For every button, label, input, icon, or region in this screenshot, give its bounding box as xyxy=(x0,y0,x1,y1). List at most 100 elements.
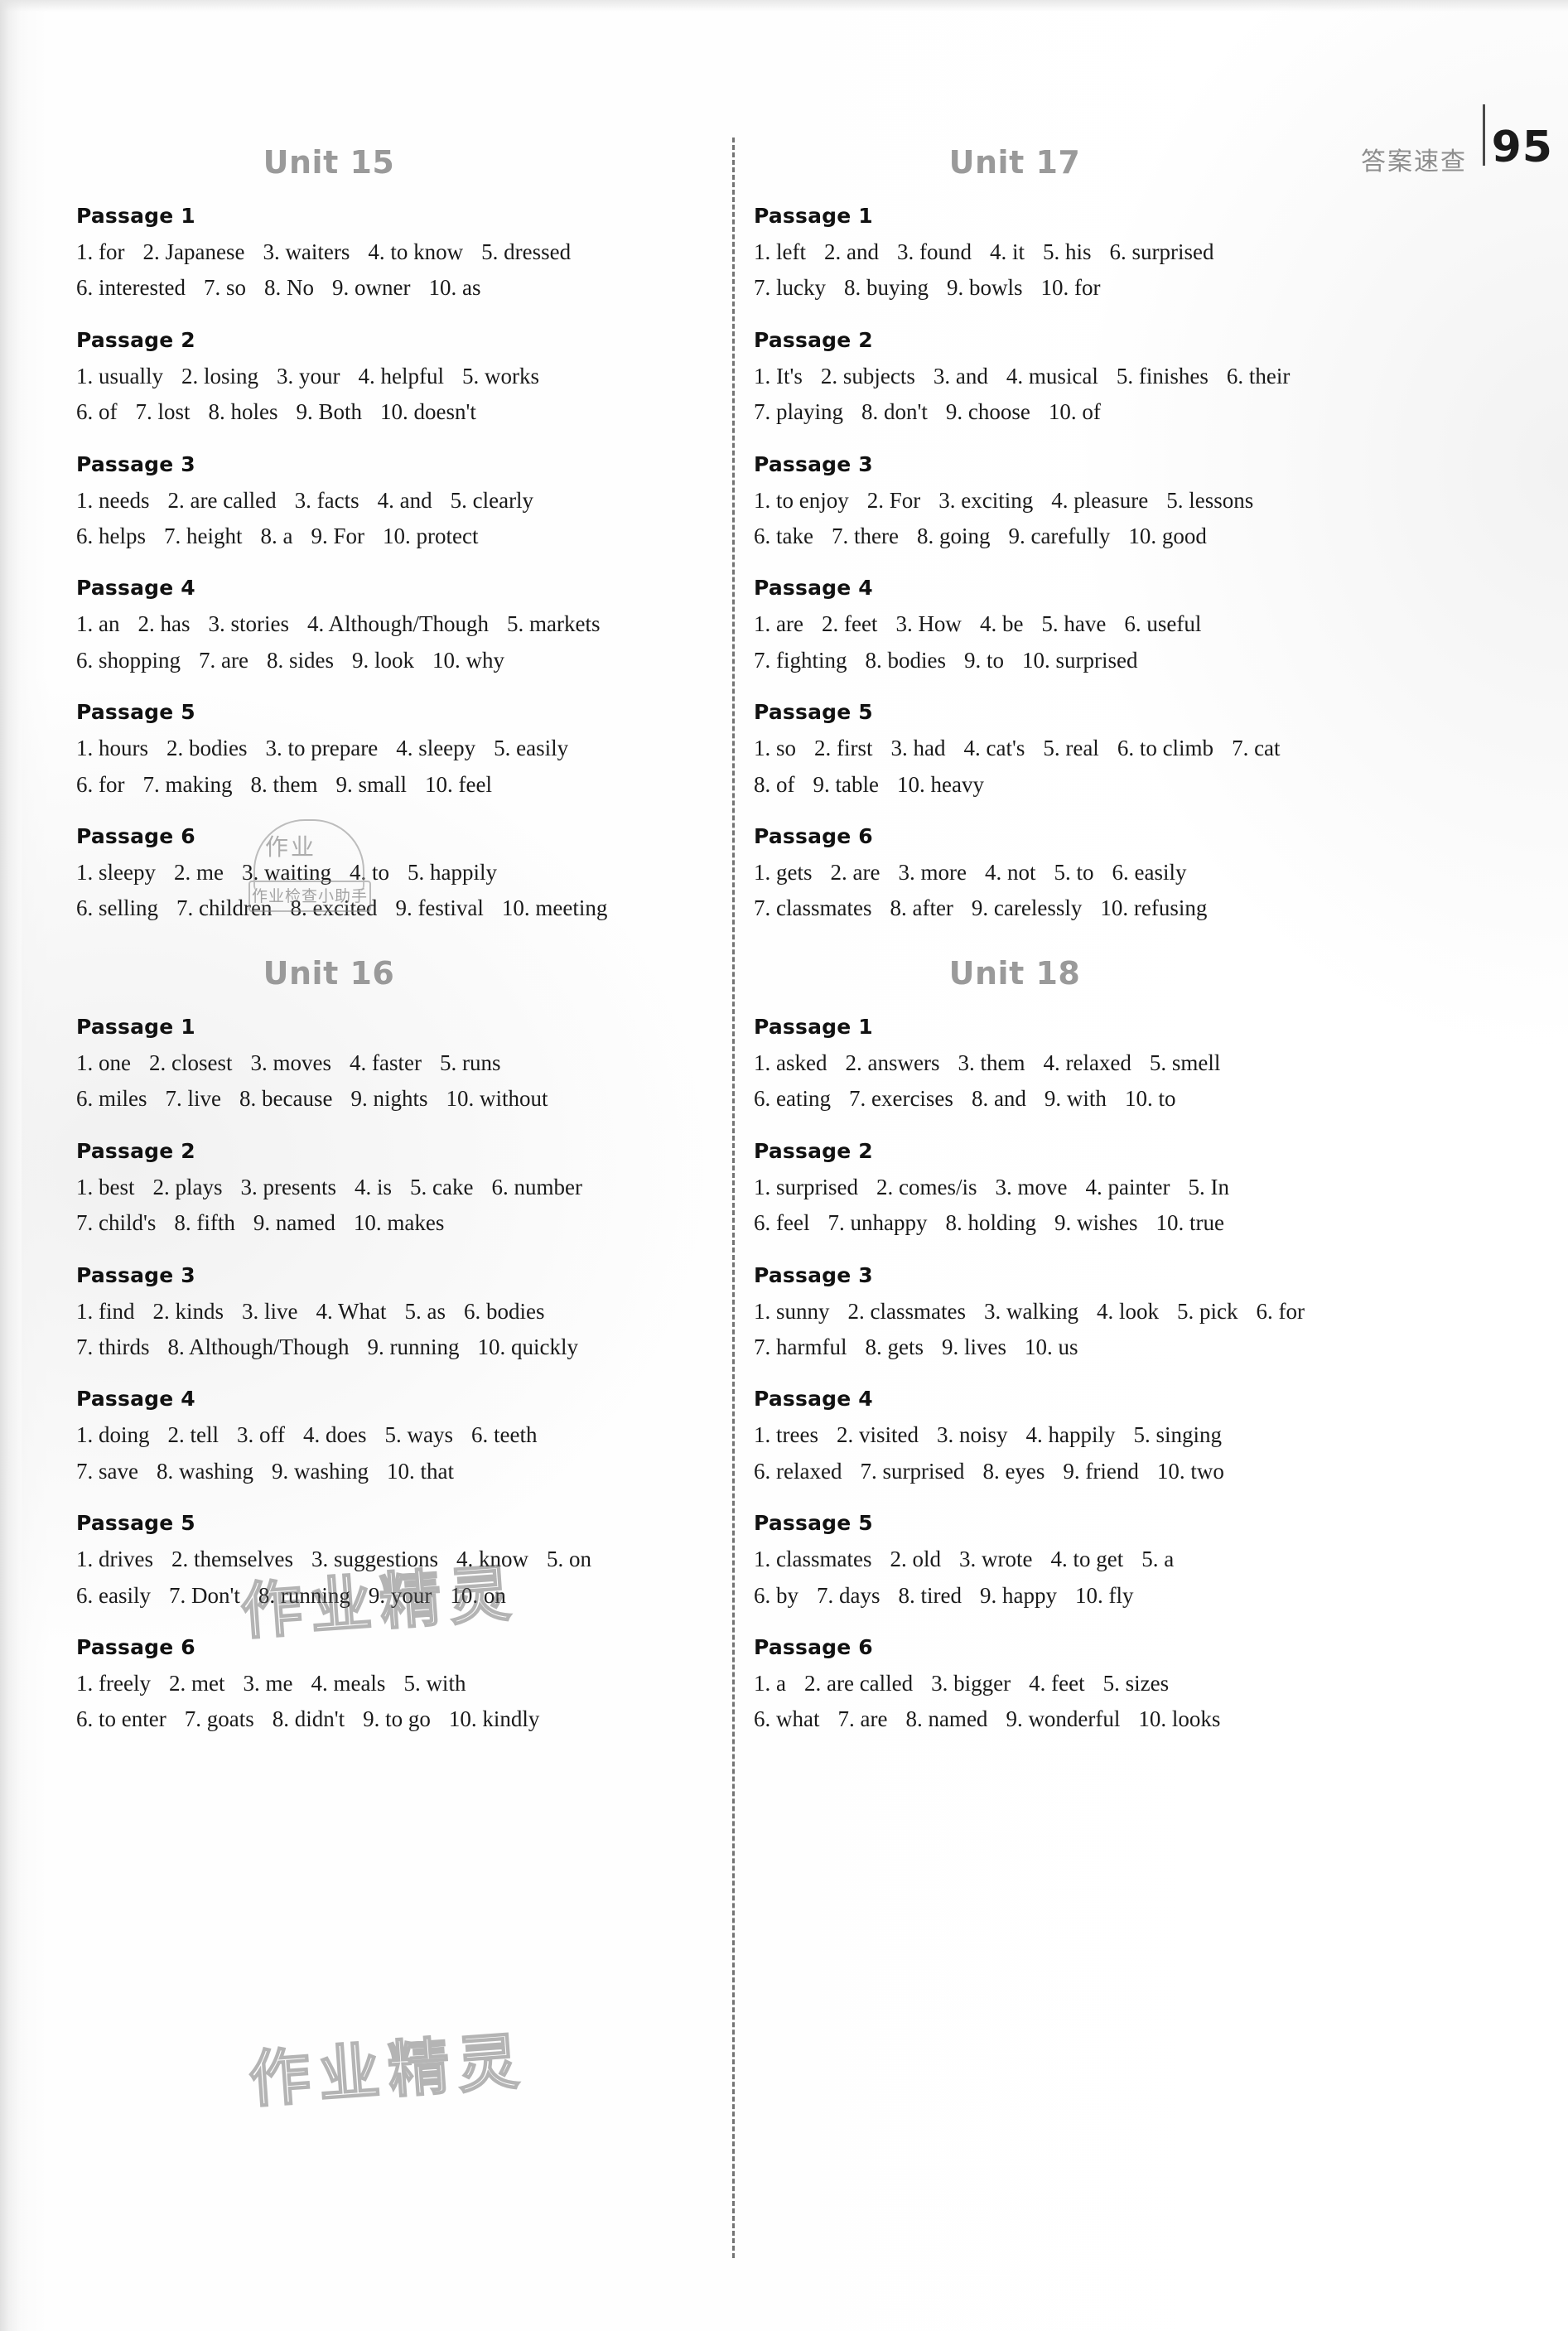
answer-line: 1. one 2. closest 3. moves 4. faster 5. runs xyxy=(76,1047,706,1079)
answer-item: 10. as xyxy=(428,275,481,301)
answer-line: 6. shopping 7. are 8. sides 9. look 10. why xyxy=(76,644,706,677)
answer-item: 9. look xyxy=(351,647,414,673)
answer-item: 1. find xyxy=(76,1298,135,1324)
answer-line: 1. drives 2. themselves 3. suggestions 4. k… xyxy=(76,1543,706,1576)
answer-item: 8. of xyxy=(754,771,795,797)
answer-item: 4. faster xyxy=(349,1050,422,1075)
column-right: Unit 17 Passage 1 1. left 2. and 3. found 4. … xyxy=(754,138,1408,1759)
answer-item: 7. child's xyxy=(76,1210,157,1236)
answer-item: 9. your xyxy=(368,1582,432,1608)
answer-item: 4. know xyxy=(456,1547,528,1572)
answer-item: 7. Don't xyxy=(168,1582,240,1608)
answer-item: 3. exciting xyxy=(938,487,1034,513)
answer-item: 8. eyes xyxy=(982,1458,1045,1484)
answer-item: 2. are called xyxy=(803,1670,914,1696)
answer-item: 2. first xyxy=(814,736,873,761)
answer-line: 1. left 2. and 3. found 4. it 5. his 6. surpr… xyxy=(754,236,1408,268)
passage-title: Passage 6 xyxy=(76,1634,195,1659)
answer-item: 5. singing xyxy=(1133,1422,1222,1448)
answer-line: 1. doing 2. tell 3. off 4. does 5. ways 6. te… xyxy=(76,1419,706,1451)
answer-item: 9. For xyxy=(311,524,364,549)
answer-item: 6. surprised xyxy=(1109,239,1214,264)
passage-title: Passage 6 xyxy=(754,1634,873,1659)
answer-line: 1. usually 2. losing 3. your 4. helpful 5. w… xyxy=(76,360,706,393)
answer-item: 2. losing xyxy=(181,363,259,388)
answer-item: 7. making xyxy=(142,771,233,797)
answer-item: 2. has xyxy=(138,611,191,637)
answer-item: 8. holding xyxy=(945,1210,1036,1236)
column-left: Unit 15 Passage 1 1. for 2. Japanese 3. wait… xyxy=(76,138,706,1759)
passage-block: Passage 4 1. trees 2. visited 3. noisy 4. ha… xyxy=(754,1387,1408,1488)
answer-item: 3. bigger xyxy=(931,1670,1011,1696)
answer-item: 1. drives xyxy=(76,1547,153,1572)
answer-item: 6. miles xyxy=(76,1086,147,1112)
answer-item: 8. named xyxy=(905,1706,988,1732)
answer-item: 7. goats xyxy=(184,1706,254,1732)
answer-item: 1. trees xyxy=(754,1422,818,1448)
answer-item: 1. one xyxy=(76,1050,131,1075)
answer-item: 1. doing xyxy=(76,1422,150,1448)
answer-item: 8. holes xyxy=(208,399,278,425)
answer-item: 3. to prepare xyxy=(265,736,379,761)
answer-item: 8. tired xyxy=(898,1582,962,1608)
answer-item: 7. save xyxy=(76,1458,138,1484)
passage-block: Passage 4 1. doing 2. tell 3. off 4. does 5. … xyxy=(76,1387,706,1488)
answer-item: 1. to enjoy xyxy=(754,487,849,513)
answer-item: 3. presents xyxy=(240,1174,336,1199)
answer-item: 1. surprised xyxy=(754,1174,858,1199)
unit-title: Unit 18 xyxy=(948,954,1081,992)
answer-item: 6. bodies xyxy=(464,1298,545,1324)
answer-item: 6. number xyxy=(491,1174,582,1199)
answer-item: 10. that xyxy=(386,1458,454,1484)
passage-block: Passage 1 1. one 2. closest 3. moves 4. fast… xyxy=(76,1015,706,1116)
answer-item: 10. makes xyxy=(353,1210,445,1236)
answer-item: 7. are xyxy=(837,1706,888,1732)
answer-item: 3. and xyxy=(933,363,988,388)
scan-edge-shadow-top xyxy=(0,0,1568,12)
answer-line: 7. child's 8. fifth 9. named 10. makes xyxy=(76,1207,706,1239)
answer-item: 10. two xyxy=(1156,1458,1224,1484)
answer-line: 1. hours 2. bodies 3. to prepare 4. sleepy 5… xyxy=(76,732,706,765)
passage-block: Passage 3 1. find 2. kinds 3. live 4. What 5.… xyxy=(76,1263,706,1364)
answer-line: 6. of 7. lost 8. holes 9. Both 10. doesn't xyxy=(76,396,706,428)
answer-item: 10. kindly xyxy=(448,1706,540,1732)
passage-title: Passage 3 xyxy=(754,1262,873,1287)
passage-title: Passage 3 xyxy=(76,1262,195,1287)
answer-item: 10. fly xyxy=(1074,1582,1134,1608)
answer-item: 5. lessons xyxy=(1166,487,1254,513)
answer-item: 6. by xyxy=(754,1582,798,1608)
answer-item: 8. going xyxy=(916,524,991,549)
answer-item: 9. Both xyxy=(296,399,363,425)
answer-item: 5. as xyxy=(404,1298,446,1324)
answer-item: 1. needs xyxy=(76,487,150,513)
answer-item: 3. found xyxy=(896,239,972,264)
answer-item: 2. subjects xyxy=(820,363,915,388)
answer-item: 9. small xyxy=(335,771,407,797)
passage-block: Passage 3 1. to enjoy 2. For 3. exciting 4. … xyxy=(754,452,1408,553)
passage-block: Passage 6 1. sleepy 2. me 3. waiting 4. to 5.… xyxy=(76,824,706,925)
answer-line: 1. a 2. are called 3. bigger 4. feet 5. size… xyxy=(754,1667,1408,1700)
answer-item: 1. sleepy xyxy=(76,860,156,886)
passage-title: Passage 5 xyxy=(76,700,195,725)
answer-item: 7. days xyxy=(817,1582,880,1608)
answer-item: 7. classmates xyxy=(754,895,872,921)
answer-item: 5. ways xyxy=(384,1422,454,1448)
passage-title: Passage 2 xyxy=(754,1138,873,1163)
answer-item: 4. sleepy xyxy=(396,736,476,761)
passage-title: Passage 1 xyxy=(76,1014,195,1039)
passage-block: Passage 1 1. asked 2. answers 3. them 4. rel… xyxy=(754,1015,1408,1116)
answer-line: 6. helps 7. height 8. a 9. For 10. protect xyxy=(76,520,706,553)
answer-item: 7. are xyxy=(199,647,248,673)
answer-line: 1. surprised 2. comes/is 3. move 4. painter… xyxy=(754,1171,1408,1204)
answer-item: 4. is xyxy=(354,1174,392,1199)
answer-item: 9. festival xyxy=(395,895,484,921)
answer-item: 2. classmates xyxy=(847,1298,966,1324)
answer-item: 7. harmful xyxy=(754,1334,847,1359)
answer-item: 5. smell xyxy=(1149,1050,1221,1075)
answer-item: 6. eating xyxy=(754,1086,831,1112)
answer-item: 7. fighting xyxy=(754,647,847,673)
answer-line: 1. to enjoy 2. For 3. exciting 4. pleasure 5… xyxy=(754,485,1408,517)
answer-item: 7. lucky xyxy=(754,275,826,301)
answer-item: 10. without xyxy=(446,1086,548,1112)
answer-item: 3. walking xyxy=(983,1298,1078,1324)
